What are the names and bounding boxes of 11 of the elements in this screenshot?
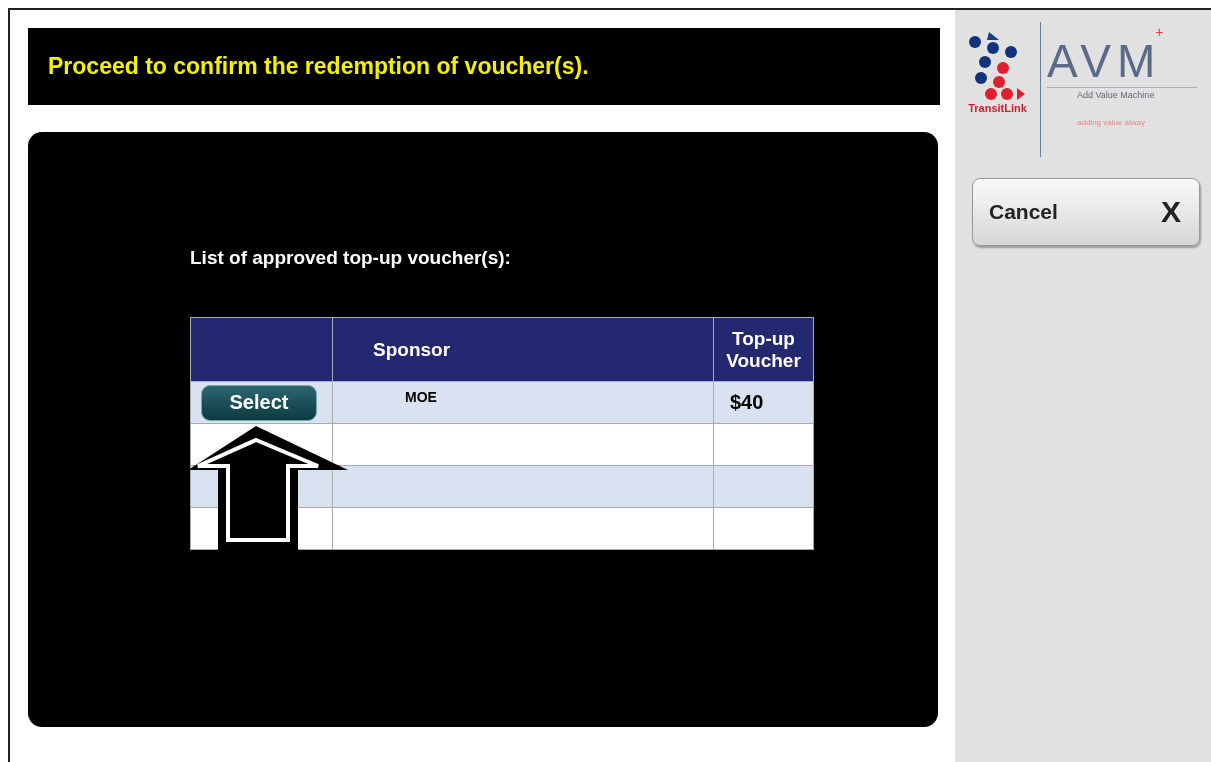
cancel-button[interactable]: Cancel X bbox=[972, 178, 1200, 246]
sponsor-cell: MOE bbox=[405, 388, 437, 405]
voucher-amount: $40 bbox=[730, 391, 764, 413]
slogan-text: adding value alway bbox=[1076, 117, 1147, 127]
instruction-text: Proceed to confirm the redemption of voucher(s). bbox=[48, 53, 589, 80]
product-tagline: Add Value Machine bbox=[1047, 86, 1197, 100]
list-title: List of approved top-up voucher(s): bbox=[190, 247, 512, 269]
brand-name: TransitLink bbox=[968, 102, 1027, 114]
column-header: Top-up Voucher bbox=[713, 317, 814, 382]
select-button[interactable]: Select bbox=[201, 384, 317, 421]
column-header: Sponsor bbox=[332, 317, 714, 382]
